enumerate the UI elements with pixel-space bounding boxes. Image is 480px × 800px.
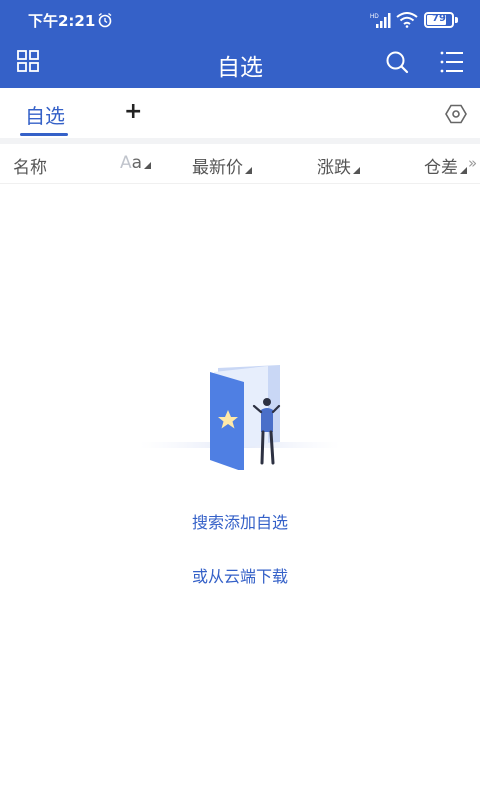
search-icon[interactable] — [385, 50, 409, 74]
alarm-icon — [98, 12, 112, 28]
tab-bar: 自选 + — [0, 88, 480, 138]
column-font-toggle[interactable]: Aa — [120, 153, 152, 173]
font-toggle-a-upper: A — [120, 153, 132, 173]
column-name[interactable]: 名称 — [13, 153, 47, 178]
signal-icon: HD — [370, 13, 391, 28]
status-bar: 下午2:21 HD 79 — [0, 0, 480, 40]
more-columns-icon[interactable]: » — [468, 154, 477, 172]
search-add-watchlist-link[interactable]: 搜索添加自选 — [0, 509, 480, 533]
settings-hexagon-icon[interactable] — [445, 104, 467, 124]
column-oi-label: 仓差 — [424, 158, 458, 178]
battery-level: 79 — [432, 13, 446, 24]
app-header: 下午2:21 HD 79 自选 — [0, 0, 480, 88]
column-change-label: 涨跌 — [317, 158, 351, 178]
nav-bar: 自选 — [0, 40, 480, 88]
column-name-label: 名称 — [13, 158, 47, 178]
sort-triangle-icon — [460, 167, 467, 174]
column-price-label: 最新价 — [192, 158, 243, 178]
column-change[interactable]: 涨跌 — [317, 153, 360, 178]
sort-triangle-icon — [245, 167, 252, 174]
tab-label: 自选 — [25, 104, 65, 128]
active-tab-indicator — [20, 133, 68, 136]
sort-triangle-icon — [353, 167, 360, 174]
column-latest-price[interactable]: 最新价 — [192, 153, 252, 178]
wifi-icon — [396, 12, 418, 28]
tab-zixuan[interactable]: 自选 — [20, 88, 70, 138]
sort-triangle-icon — [144, 162, 152, 169]
cloud-download-link[interactable]: 或从云端下载 — [0, 563, 480, 587]
battery-indicator: 79 — [424, 12, 454, 28]
empty-watchlist-illustration — [140, 365, 340, 470]
menu-list-icon[interactable] — [440, 50, 464, 74]
network-type-label: HD — [370, 14, 379, 20]
battery-tip — [455, 17, 458, 23]
font-toggle-a-lower: a — [131, 153, 143, 173]
add-tab-button[interactable]: + — [124, 100, 142, 124]
status-time: 下午2:21 — [28, 12, 96, 30]
column-open-interest-change[interactable]: 仓差 — [424, 153, 467, 178]
column-header-row: 名称 Aa 最新价 涨跌 仓差 » — [0, 144, 480, 184]
